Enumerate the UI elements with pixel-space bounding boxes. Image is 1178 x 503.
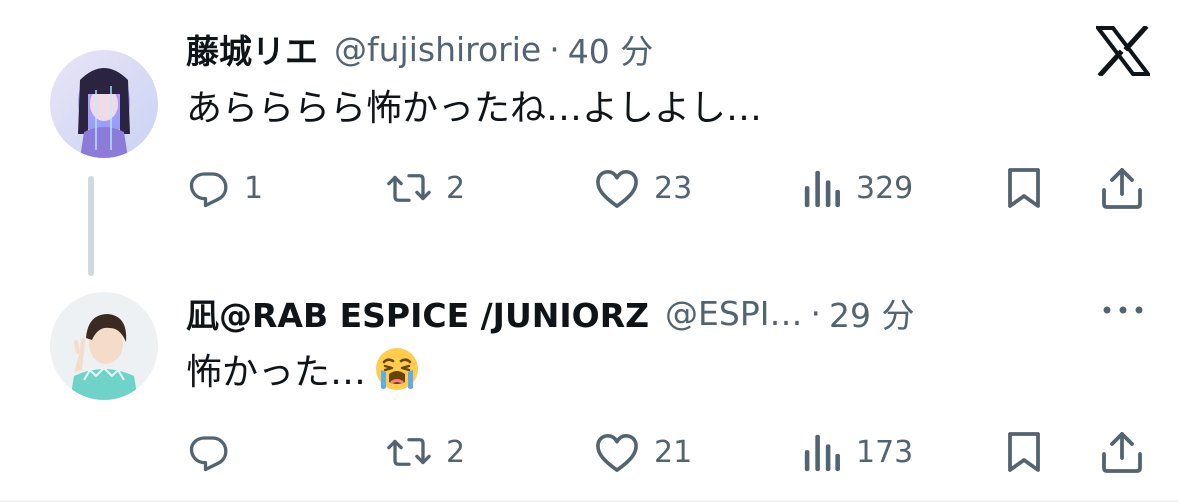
reply-icon (189, 172, 228, 208)
views-count: 173 (856, 434, 914, 470)
timestamp[interactable]: 40 分 (568, 25, 653, 73)
user-handle[interactable]: @fujishirorie (334, 30, 541, 69)
retweet-icon (387, 174, 431, 202)
share-icon (1102, 432, 1142, 473)
more-icon (1103, 306, 1143, 314)
views-icon (804, 434, 840, 472)
loudly-crying-face-icon (374, 346, 420, 408)
like-button[interactable]: 23 (594, 164, 692, 212)
more-button[interactable] (1100, 300, 1146, 324)
avatar-image-1 (50, 50, 158, 158)
like-count: 21 (654, 434, 693, 470)
like-button[interactable]: 21 (594, 428, 692, 476)
share-button[interactable] (1100, 428, 1144, 476)
bottom-divider (0, 500, 1178, 502)
tweet-text-content: 怖かった… (186, 352, 367, 393)
views-button[interactable]: 173 (802, 428, 913, 476)
thread-connector-line (88, 176, 94, 276)
separator-dot: · (810, 293, 821, 333)
tweet-header: 凪@RAB ESPICE /JUNIORZ @ESPI… · 29 分 (186, 288, 914, 338)
reply-count: 1 (244, 170, 264, 206)
timestamp[interactable]: 29 分 (829, 289, 914, 337)
bookmark-button[interactable] (1006, 164, 1042, 212)
reply-button[interactable] (188, 428, 244, 476)
bookmark-icon (1008, 168, 1040, 208)
display-name[interactable]: 凪@RAB ESPICE /JUNIORZ (186, 289, 649, 337)
avatar-image-2 (50, 292, 158, 400)
retweet-button[interactable]: 2 (386, 428, 465, 476)
x-logo (1093, 24, 1153, 80)
user-handle[interactable]: @ESPI… (665, 294, 802, 333)
retweet-count: 2 (446, 170, 466, 206)
avatar[interactable] (50, 50, 158, 158)
views-count: 329 (856, 170, 914, 206)
display-name[interactable]: 藤城リエ (186, 25, 318, 73)
tweet-header: 藤城リエ @fujishirorie · 40 分 (186, 24, 653, 74)
like-count: 23 (654, 170, 693, 206)
share-icon (1102, 168, 1142, 209)
separator-dot: · (549, 29, 560, 69)
avatar[interactable] (50, 292, 158, 400)
tweet-text: あらららら怖かったね…よしよし… (186, 88, 763, 129)
retweet-count: 2 (446, 434, 466, 470)
share-button[interactable] (1100, 164, 1144, 212)
like-icon (596, 169, 638, 208)
bookmark-icon (1008, 432, 1040, 472)
retweet-button[interactable]: 2 (386, 164, 465, 212)
views-button[interactable]: 329 (802, 164, 913, 212)
tweet-text: 怖かった… (186, 346, 420, 400)
x-logo-icon (1093, 24, 1153, 78)
retweet-icon (387, 438, 431, 466)
reply-button[interactable]: 1 (188, 164, 263, 212)
views-icon (804, 170, 840, 208)
reply-icon (189, 436, 228, 472)
like-icon (596, 433, 638, 472)
bookmark-button[interactable] (1006, 428, 1042, 476)
